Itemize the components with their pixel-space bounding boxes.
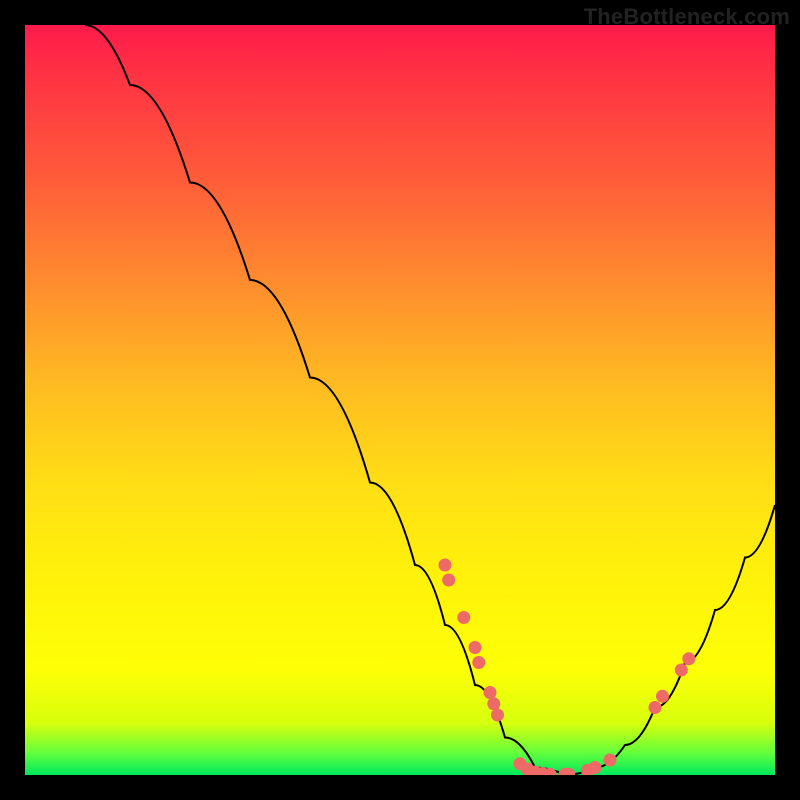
- data-points-group: [439, 559, 696, 776]
- data-point: [469, 641, 482, 654]
- chart-frame: TheBottleneck.com: [0, 0, 800, 800]
- data-point: [589, 761, 602, 774]
- curve-svg: [25, 25, 775, 775]
- data-point: [649, 701, 662, 714]
- data-point: [439, 559, 452, 572]
- data-point: [656, 690, 669, 703]
- data-point: [457, 611, 470, 624]
- plot-area: [25, 25, 775, 775]
- data-point: [682, 652, 695, 665]
- data-point: [487, 697, 500, 710]
- data-point: [675, 664, 688, 677]
- data-point: [442, 574, 455, 587]
- bottleneck-curve: [85, 25, 775, 775]
- data-point: [484, 686, 497, 699]
- data-point: [472, 656, 485, 669]
- data-point: [604, 754, 617, 767]
- data-point: [491, 709, 504, 722]
